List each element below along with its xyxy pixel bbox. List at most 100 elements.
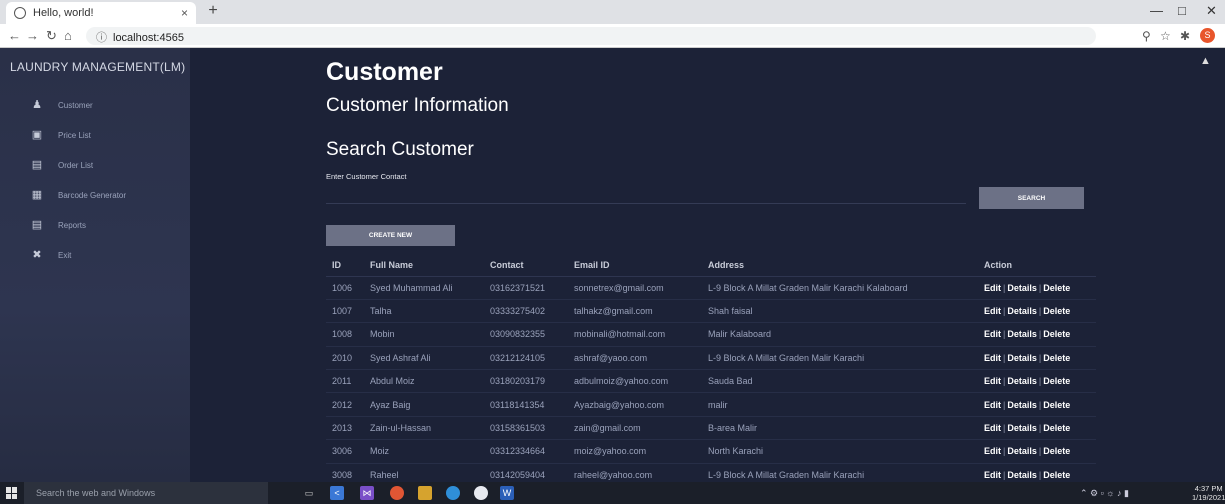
cell-actions: Edit | Details | Delete: [978, 322, 1096, 347]
details-link[interactable]: Details: [1007, 423, 1037, 433]
maximize-button[interactable]: □: [1178, 3, 1186, 18]
delete-link[interactable]: Delete: [1043, 446, 1070, 456]
delete-link[interactable]: Delete: [1043, 283, 1070, 293]
table-row: 2012 Ayaz Baig 03118141354 Ayazbaig@yahoo.c…: [326, 392, 1096, 417]
sidebar-item-barcode-generator[interactable]: ▦ Barcode Generator: [0, 181, 190, 209]
details-link[interactable]: Details: [1007, 283, 1037, 293]
edit-link[interactable]: Edit: [984, 353, 1001, 363]
reload-icon[interactable]: ↻: [46, 28, 57, 44]
delete-link[interactable]: Delete: [1043, 400, 1070, 410]
browser-app-icon[interactable]: [446, 486, 460, 500]
edit-link[interactable]: Edit: [984, 376, 1001, 386]
cell-address: L-9 Block A Millat Graden Malir Karachi …: [702, 276, 978, 300]
bookmark-star-icon[interactable]: ☆: [1160, 29, 1171, 43]
cell-address: Shah faisal: [702, 299, 978, 324]
report-icon: ▤: [31, 219, 43, 231]
extensions-icon[interactable]: ✱: [1180, 29, 1190, 43]
app-icon[interactable]: [474, 486, 488, 500]
minimize-button[interactable]: —: [1150, 3, 1163, 18]
search-input[interactable]: [326, 184, 966, 204]
sidebar-item-price-list[interactable]: ▣ Price List: [0, 121, 190, 149]
delete-link[interactable]: Delete: [1043, 470, 1070, 480]
sidebar-item-order-list[interactable]: ▤ Order List: [0, 151, 190, 179]
edit-link[interactable]: Edit: [984, 423, 1001, 433]
search-button[interactable]: SEARCH: [979, 187, 1084, 209]
edit-link[interactable]: Edit: [984, 283, 1001, 293]
taskbar-clock[interactable]: 4:37 PM 1/19/2021: [1192, 484, 1225, 502]
cell-id: 2011: [326, 369, 364, 394]
delete-link[interactable]: Delete: [1043, 306, 1070, 316]
profile-avatar[interactable]: S: [1200, 28, 1215, 43]
visual-studio-icon[interactable]: ⋈: [360, 486, 374, 500]
cell-address: Malir Kalaboard: [702, 322, 978, 347]
cell-contact: 03312334664: [484, 439, 568, 464]
details-link[interactable]: Details: [1007, 376, 1037, 386]
edit-link[interactable]: Edit: [984, 400, 1001, 410]
browser-tabbar: Hello, world! × + — □ ✕: [0, 0, 1225, 24]
page-title: Customer: [326, 58, 443, 86]
windows-start-icon[interactable]: [6, 487, 18, 499]
sidebar-item-label: Exit: [58, 250, 72, 260]
close-window-button[interactable]: ✕: [1206, 3, 1217, 19]
table-row: 2011 Abdul Moiz 03180203179 adbulmoiz@yahoo…: [326, 369, 1096, 394]
cell-contact: 03212124105: [484, 346, 568, 371]
sidebar-item-exit[interactable]: ✖ Exit: [0, 241, 190, 269]
edit-link[interactable]: Edit: [984, 446, 1001, 456]
details-link[interactable]: Details: [1007, 446, 1037, 456]
sidebar-item-reports[interactable]: ▤ Reports: [0, 211, 190, 239]
new-tab-button[interactable]: +: [204, 3, 222, 21]
chrome-icon[interactable]: [390, 486, 404, 500]
cell-actions: Edit | Details | Delete: [978, 299, 1096, 324]
sidebar-item-label: Reports: [58, 220, 87, 230]
cell-email: ashraf@yaoo.com: [568, 346, 702, 371]
word-icon[interactable]: W: [500, 486, 514, 500]
action-separator: |: [1038, 352, 1042, 363]
details-link[interactable]: Details: [1007, 329, 1037, 339]
taskbar-search[interactable]: Search the web and Windows: [24, 482, 268, 504]
details-link[interactable]: Details: [1007, 353, 1037, 363]
details-link[interactable]: Details: [1007, 400, 1037, 410]
action-separator: |: [1003, 376, 1006, 387]
sidebar: LAUNDRY MANAGEMENT(LM) ♟ Customer ▣ Pric…: [0, 48, 190, 482]
sidebar-item-label: Customer: [58, 100, 93, 110]
create-new-button[interactable]: CREATE NEW: [326, 225, 455, 246]
address-bar[interactable]: ⓘ localhost:4565: [86, 27, 1096, 45]
action-separator: |: [1038, 329, 1042, 340]
cell-address: malir: [702, 392, 978, 417]
column-header-full-name: Full Name: [364, 254, 484, 277]
action-separator: |: [1038, 306, 1042, 317]
sidebar-item-customer[interactable]: ♟ Customer: [0, 91, 190, 119]
delete-link[interactable]: Delete: [1043, 329, 1070, 339]
vscode-icon[interactable]: <: [330, 486, 344, 500]
delete-link[interactable]: Delete: [1043, 353, 1070, 363]
cell-email: moiz@yahoo.com: [568, 439, 702, 464]
edit-link[interactable]: Edit: [984, 470, 1001, 480]
details-link[interactable]: Details: [1007, 470, 1037, 480]
home-icon[interactable]: ⌂: [64, 28, 72, 43]
edit-link[interactable]: Edit: [984, 306, 1001, 316]
info-icon[interactable]: ⓘ: [96, 32, 107, 44]
tab-close-icon[interactable]: ×: [181, 6, 188, 20]
zoom-icon[interactable]: ⚲: [1142, 29, 1151, 43]
exit-icon: ✖: [32, 249, 42, 261]
cell-email: sonnetrex@gmail.com: [568, 276, 702, 300]
edit-link[interactable]: Edit: [984, 329, 1001, 339]
cell-actions: Edit | Details | Delete: [978, 276, 1096, 300]
file-explorer-icon[interactable]: [418, 486, 432, 500]
delete-link[interactable]: Delete: [1043, 376, 1070, 386]
details-link[interactable]: Details: [1007, 306, 1037, 316]
delete-link[interactable]: Delete: [1043, 423, 1070, 433]
notification-bell-icon[interactable]: ▲: [1200, 55, 1211, 67]
cell-actions: Edit | Details | Delete: [978, 369, 1096, 394]
forward-icon[interactable]: →: [26, 28, 39, 43]
table-row: 1006 Syed Muhammad Ali 03162371521 sonnetre…: [326, 276, 1096, 300]
table-row: 2010 Syed Ashraf Ali 03212124105 ashraf@yao…: [326, 346, 1096, 371]
table-row: 2013 Zain-ul-Hassan 03158361503 zain@gmail.…: [326, 416, 1096, 441]
browser-tab[interactable]: Hello, world! ×: [6, 2, 196, 24]
action-separator: |: [1003, 282, 1006, 293]
sidebar-item-label: Price List: [58, 130, 91, 140]
back-icon[interactable]: ←: [8, 28, 21, 43]
task-view-icon[interactable]: ▭: [302, 486, 316, 500]
qrcode-icon: ▦: [31, 189, 43, 201]
system-tray[interactable]: ⌃ ⚙ ▫ ☼ ♪ ▮: [1080, 488, 1129, 499]
